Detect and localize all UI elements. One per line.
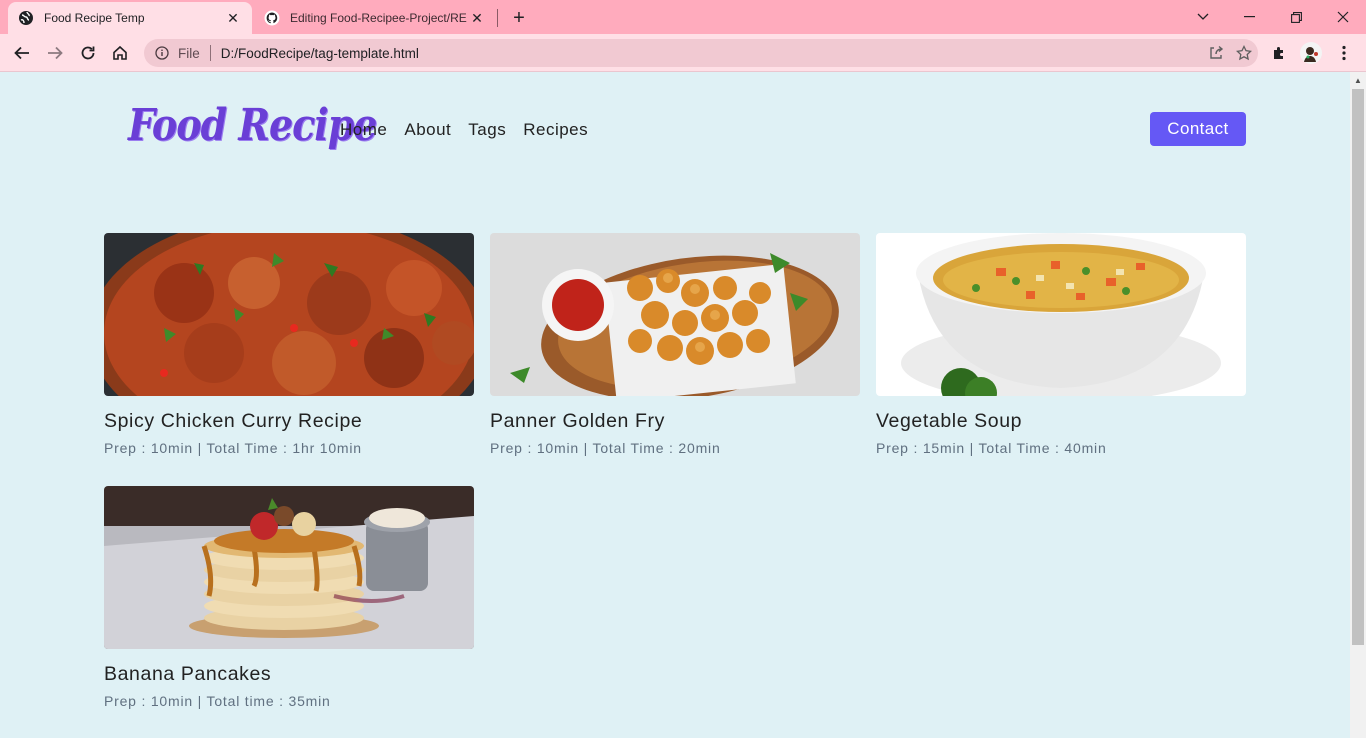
main-nav: Home About Tags Recipes bbox=[340, 120, 588, 140]
recipe-image-panner-fry[interactable] bbox=[490, 233, 860, 396]
tab-editing-github[interactable]: Editing Food-Recipee-Project/RE ✕ bbox=[254, 2, 496, 34]
share-icon[interactable] bbox=[1202, 39, 1230, 67]
tab-strip: Food Recipe Temp ✕ Editing Food-Recipee-… bbox=[0, 0, 1366, 34]
nav-link-recipes[interactable]: Recipes bbox=[523, 120, 588, 140]
recipe-title[interactable]: Spicy Chicken Curry Recipe bbox=[104, 410, 474, 433]
tab-food-recipe[interactable]: Food Recipe Temp ✕ bbox=[8, 2, 252, 34]
recipe-image-vegetable-soup[interactable] bbox=[876, 233, 1246, 396]
kebab-menu-icon[interactable] bbox=[1330, 39, 1358, 67]
profile-avatar-icon[interactable] bbox=[1297, 39, 1325, 67]
github-icon bbox=[264, 10, 280, 26]
recipe-card[interactable]: Panner Golden Fry Prep : 10min | Total T… bbox=[490, 233, 860, 456]
page-scrollbar[interactable]: ▲ bbox=[1350, 72, 1366, 738]
forward-arrow-icon[interactable] bbox=[41, 39, 69, 67]
recipe-meta: Prep : 10min | Total time : 35min bbox=[104, 693, 331, 709]
nav-link-home[interactable]: Home bbox=[340, 120, 387, 140]
url-text[interactable]: D:/FoodRecipe/tag-template.html bbox=[221, 46, 1202, 61]
tab-separator bbox=[497, 9, 498, 27]
page-viewport: Food Recipe Home About Tags Recipes Cont… bbox=[0, 72, 1350, 738]
recipe-image-chicken-curry[interactable] bbox=[104, 233, 474, 396]
nav-link-about[interactable]: About bbox=[404, 120, 451, 140]
recipe-meta: Prep : 10min | Total Time : 20min bbox=[490, 440, 721, 456]
new-tab-button[interactable]: + bbox=[508, 7, 530, 29]
star-icon[interactable] bbox=[1230, 39, 1258, 67]
recipe-card[interactable]: Vegetable Soup Prep : 15min | Total Time… bbox=[876, 233, 1246, 456]
recipe-meta: Prep : 15min | Total Time : 40min bbox=[876, 440, 1107, 456]
nav-link-tags[interactable]: Tags bbox=[468, 120, 506, 140]
globe-icon bbox=[18, 10, 34, 26]
address-bar[interactable]: File D:/FoodRecipe/tag-template.html bbox=[144, 39, 1258, 67]
recipe-meta: Prep : 10min | Total Time : 1hr 10min bbox=[104, 440, 362, 456]
omnibox-divider bbox=[209, 45, 211, 61]
scroll-up-icon[interactable]: ▲ bbox=[1350, 72, 1366, 88]
url-scheme-label: File bbox=[178, 45, 200, 61]
home-icon[interactable] bbox=[106, 39, 134, 67]
window-close-icon[interactable] bbox=[1320, 0, 1366, 34]
contact-button[interactable]: Contact bbox=[1150, 112, 1246, 146]
scrollbar-thumb[interactable] bbox=[1352, 89, 1364, 645]
extensions-puzzle-icon[interactable] bbox=[1265, 39, 1293, 67]
reload-icon[interactable] bbox=[74, 39, 102, 67]
recipe-title[interactable]: Vegetable Soup bbox=[876, 410, 1246, 433]
browser-toolbar: File D:/FoodRecipe/tag-template.html bbox=[0, 34, 1366, 72]
recipe-title[interactable]: Banana Pancakes bbox=[104, 663, 474, 686]
tab-title: Food Recipe Temp bbox=[44, 11, 145, 25]
tab-title: Editing Food-Recipee-Project/RE bbox=[290, 11, 467, 25]
recipe-image-banana-pancakes[interactable] bbox=[104, 486, 474, 649]
restore-icon[interactable] bbox=[1273, 0, 1319, 34]
recipe-card[interactable]: Spicy Chicken Curry Recipe Prep : 10min … bbox=[104, 233, 474, 456]
tab-search-chevron-icon[interactable] bbox=[1180, 0, 1226, 34]
back-arrow-icon[interactable] bbox=[8, 39, 36, 67]
recipe-card[interactable]: Banana Pancakes Prep : 10min | Total tim… bbox=[104, 486, 474, 709]
recipe-title[interactable]: Panner Golden Fry bbox=[490, 410, 860, 433]
minimize-icon[interactable] bbox=[1226, 0, 1272, 34]
close-icon[interactable]: ✕ bbox=[224, 9, 242, 27]
info-icon[interactable] bbox=[154, 45, 170, 61]
close-icon[interactable]: ✕ bbox=[468, 9, 486, 27]
